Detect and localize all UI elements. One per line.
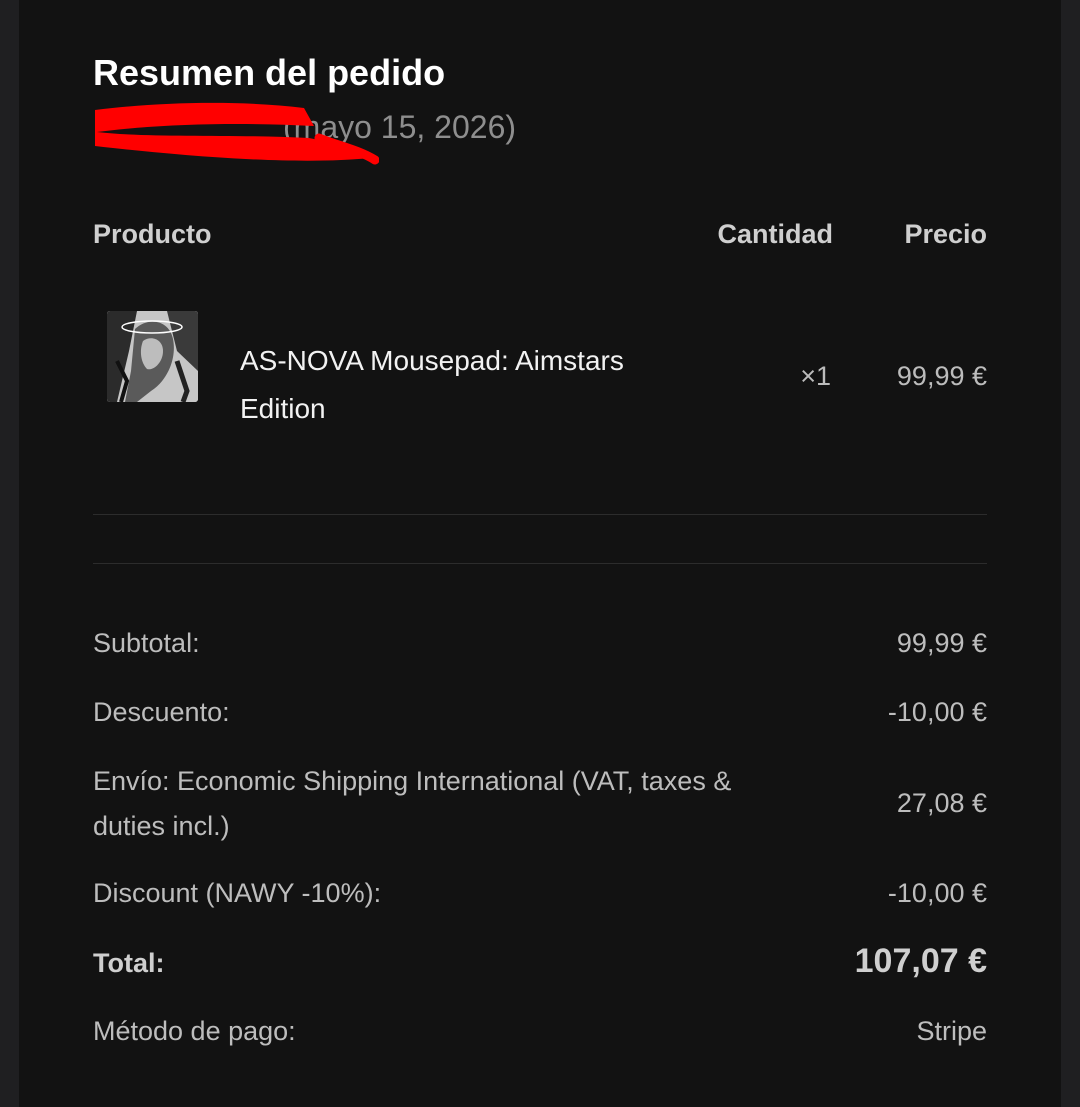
subtotal-label: Subtotal: [93,628,200,658]
order-summary-card: Resumen del pedido (mayo 15, 2026) Produ… [19,0,1061,1107]
column-header-product: Producto [93,219,212,249]
page-title: Resumen del pedido [93,52,446,93]
coupon-discount-value: -10,00 € [887,878,987,908]
discount-value: -10,00 € [887,697,987,727]
total-value: 107,07 € [854,942,987,980]
column-header-quantity: Cantidad [717,219,833,249]
coupon-discount-label: Discount (NAWY -10%): [93,878,382,908]
payment-method-label: Método de pago: [93,1016,296,1046]
shipping-label: Envío: Economic Shipping International (… [93,766,732,841]
item-price: 99,99 € [896,361,987,391]
discount-label: Descuento: [93,697,230,727]
product-image [107,311,198,402]
column-header-price: Precio [904,219,987,249]
item-name[interactable]: AS-NOVA Mousepad: Aimstars Edition [240,337,690,433]
redaction-scribble [95,102,379,165]
shipping-value: 27,08 € [896,788,987,818]
product-thumbnail[interactable] [107,311,198,402]
divider [93,514,987,515]
total-label: Total: [93,948,165,978]
payment-method-value: Stripe [916,1016,987,1046]
subtotal-value: 99,99 € [896,628,987,658]
divider [93,563,987,564]
item-quantity: ×1 [800,361,831,391]
